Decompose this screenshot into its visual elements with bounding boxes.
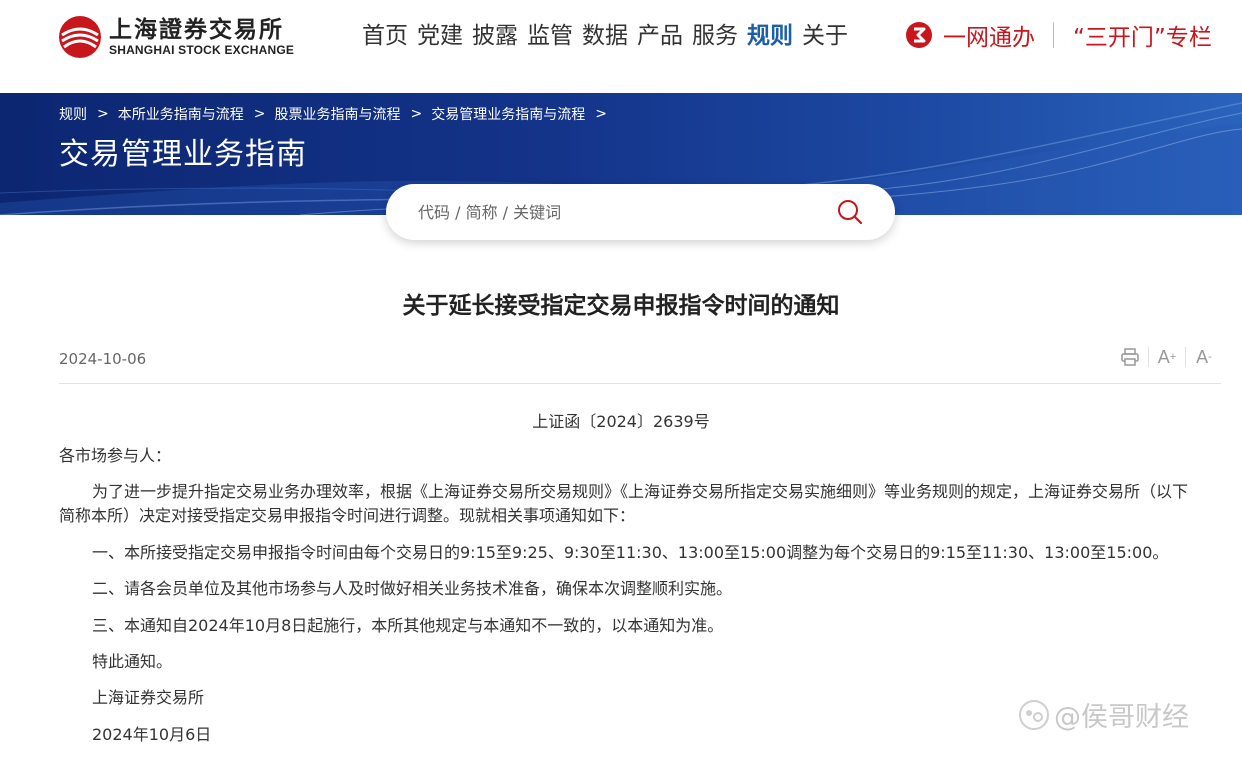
nav-item-products[interactable]: 产品 — [637, 20, 683, 52]
font-increase-button[interactable]: A + — [1156, 346, 1178, 368]
nav-item-disclosure[interactable]: 披露 — [472, 20, 518, 52]
font-increase-label: A — [1157, 346, 1170, 367]
search-input[interactable] — [418, 197, 818, 227]
item-three: 三、本通知自2024年10月8日起施行，本所其他规定与本通知不一致的，以本通知为… — [92, 616, 724, 635]
article-meta: 2024-10-06 A + A- — [59, 346, 1221, 384]
one-stop-service-link[interactable]: 一网通办 — [943, 18, 1035, 52]
one-stop-service-icon — [906, 22, 932, 48]
three-open-doors-link[interactable]: “三开门”专栏 — [1073, 18, 1212, 52]
font-decrease-label: A — [1196, 346, 1209, 367]
item-one: 一、本所接受指定交易申报指令时间由每个交易日的9:15至9:25、9:30至11… — [92, 543, 1169, 562]
breadcrumb-item-stock-guide[interactable]: 股票业务指南与流程 — [274, 104, 400, 124]
search-box — [386, 184, 895, 240]
nav-item-about[interactable]: 关于 — [802, 20, 848, 52]
breadcrumb-item-rules[interactable]: 规则 — [59, 104, 87, 124]
nav-item-home[interactable]: 首页 — [362, 20, 408, 52]
paragraph-intro-line2: 简称本所）决定对接受指定交易申报指令时间进行调整。现就相关事项通知如下： — [59, 506, 636, 525]
chevron-right-icon: > — [97, 106, 109, 122]
article-tools: A + A- — [1119, 346, 1215, 368]
item-two: 二、请各会员单位及其他市场参与人及时做好相关业务技术准备，确保本次调整顺利实施。 — [92, 579, 733, 598]
header-quick-links: 一网通办 “三开门”专栏 — [905, 18, 1212, 52]
chevron-right-icon: > — [253, 106, 266, 122]
search-icon[interactable] — [837, 199, 863, 225]
logo-english-text: SHANGHAI STOCK EXCHANGE — [109, 43, 295, 57]
sse-logo-icon — [59, 16, 101, 58]
publish-date: 2024-10-06 — [59, 350, 147, 368]
nav-item-data[interactable]: 数据 — [582, 20, 628, 52]
header-divider — [1053, 22, 1054, 48]
salutation: 各市场参与人： — [59, 446, 172, 465]
document-number: 上证函〔2024〕2639号 — [532, 412, 710, 431]
printer-icon — [1121, 348, 1139, 366]
article-title: 关于延长接受指定交易申报指令时间的通知 — [402, 293, 840, 319]
font-decrease-button[interactable]: A- — [1193, 346, 1215, 368]
watermark: @侯哥财经 — [1018, 695, 1189, 734]
nav-item-rules[interactable]: 规则 — [747, 20, 793, 52]
signature: 上海证券交易所 — [92, 688, 205, 707]
logo-chinese-text: 上海證券交易所 — [109, 16, 284, 43]
chevron-right-icon: > — [410, 106, 423, 122]
top-header: 上海證券交易所 SHANGHAI STOCK EXCHANGE 首页 党建 披露… — [0, 0, 1242, 93]
main-nav: 首页 党建 披露 监管 数据 产品 服务 规则 关于 — [362, 20, 857, 52]
chevron-right-icon: > — [595, 106, 607, 122]
nav-item-regulation[interactable]: 监管 — [527, 20, 573, 52]
tool-divider — [1148, 347, 1149, 367]
breadcrumb-item-business-guide[interactable]: 本所业务指南与流程 — [118, 104, 244, 124]
sse-logo[interactable]: 上海證券交易所 SHANGHAI STOCK EXCHANGE — [58, 14, 294, 60]
watermark-logo-icon — [1019, 699, 1049, 730]
nav-item-party[interactable]: 党建 — [417, 20, 463, 52]
watermark-text: @侯哥财经 — [1054, 702, 1189, 733]
plus-icon: + — [1169, 351, 1177, 363]
minus-icon: - — [1208, 351, 1212, 363]
closing-text: 特此通知。 — [92, 652, 173, 671]
breadcrumb: 规则 > 本所业务指南与流程 > 股票业务指南与流程 > 交易管理业务指南与流程… — [59, 104, 616, 124]
tool-divider — [1185, 347, 1186, 367]
breadcrumb-item-trading-guide[interactable]: 交易管理业务指南与流程 — [431, 104, 585, 124]
print-button[interactable] — [1119, 346, 1141, 368]
paragraph-intro-line1: 为了进一步提升指定交易业务办理效率，根据《上海证券交易所交易规则》《上海证券交易… — [92, 482, 1189, 501]
page-title: 交易管理业务指南 — [59, 137, 307, 172]
nav-item-services[interactable]: 服务 — [692, 20, 738, 52]
signature-date: 2024年10月6日 — [92, 725, 212, 744]
